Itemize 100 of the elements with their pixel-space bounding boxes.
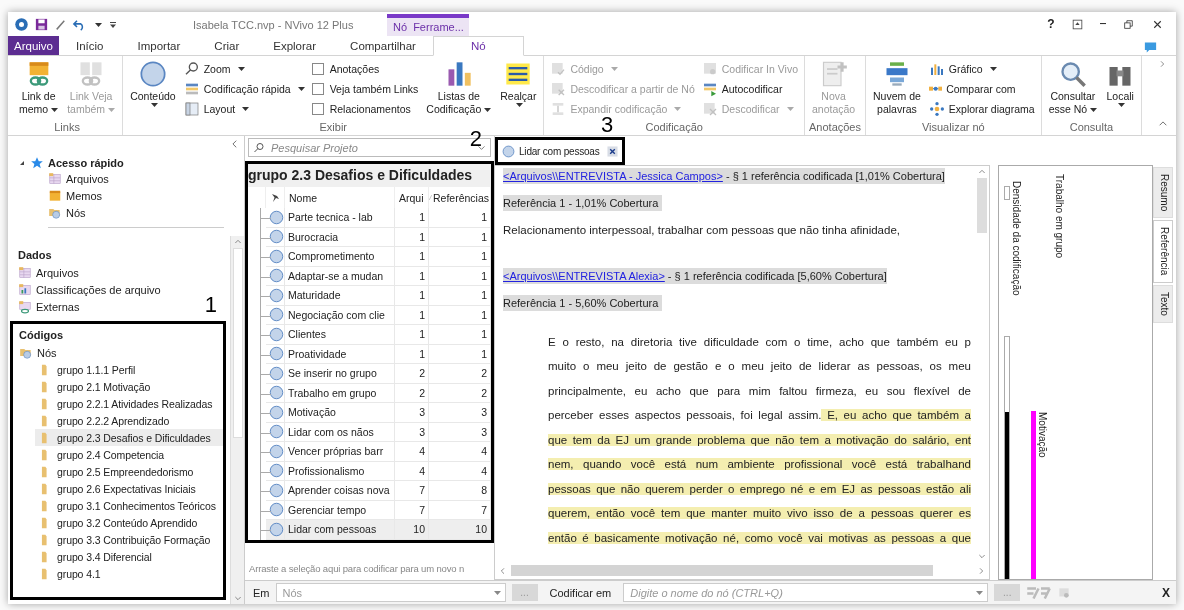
document-tab[interactable]: Lidar com pessoas [495, 137, 625, 165]
nav-item[interactable]: Nós [66, 206, 86, 219]
table-cell[interactable]: Lidar com pessoas [285, 520, 395, 540]
circle-icon [269, 287, 284, 303]
table-cell[interactable]: Lidar com os nãos [285, 422, 395, 442]
table-cell[interactable]: Profissionalismo [285, 461, 395, 481]
nav-item[interactable]: Memos [66, 189, 103, 202]
chevron-up-icon [978, 168, 986, 176]
ribbon-button[interactable]: Layout [183, 100, 305, 117]
scrollbar-thumb[interactable] [511, 565, 933, 576]
side-tab[interactable]: Resumo [1153, 167, 1173, 219]
input-field[interactable]: Nós [280, 585, 491, 600]
circle-icon [269, 502, 284, 518]
ribbon-tab[interactable]: Criar [197, 36, 257, 55]
table-cell[interactable]: Adaptar-se a mudan [285, 266, 395, 286]
ribbon-tab[interactable]: Início [59, 36, 121, 55]
tree-item[interactable]: grupo 2.6 Expectativas Iniciais [35, 480, 223, 497]
nav-item[interactable]: Classificações de arquivo [36, 283, 161, 296]
nav-item[interactable]: Externas [36, 300, 80, 313]
scrollbar[interactable] [230, 236, 244, 604]
tree-item[interactable]: grupo 3.3 Contribuição Formação [35, 531, 223, 548]
source-link[interactable]: <Arquivos\\ENTREVISTA - Jessica Campos> [503, 170, 723, 182]
ribbon-button[interactable]: Explorar diagrama [928, 100, 1035, 117]
tree-item[interactable]: grupo 4.1 [35, 565, 223, 582]
help-button[interactable]: ? [1047, 17, 1055, 31]
close-button[interactable]: X [1162, 585, 1170, 600]
tree-item[interactable]: grupo 2.2.1 Atividades Realizadas [35, 395, 223, 412]
section-title[interactable]: Acesso rápido [48, 157, 124, 169]
table-cell[interactable]: Proatividade [285, 344, 395, 364]
chevron-down-icon [978, 552, 986, 560]
table-cell[interactable]: Burocracia [285, 227, 395, 247]
ribbon-button[interactable]: Nuvem de palavras [870, 60, 924, 121]
table-cell[interactable]: Aprender coisas nova [285, 481, 395, 501]
ribbon-button[interactable]: Listas de Codificação [423, 60, 495, 121]
table-cell[interactable]: Vencer próprias barr [285, 442, 395, 462]
minimize-icon [1099, 23, 1106, 25]
text-line: principalmente, eu acho que para mim faltou firmeza, eu sou flexível de [548, 383, 971, 397]
table-cell: 3 [395, 422, 429, 442]
table-cell: 1 [395, 247, 429, 267]
checkbox[interactable]: Veja também Links [311, 80, 419, 97]
tree-item[interactable]: grupo 3.1 Conhecimentos Teóricos [35, 497, 223, 514]
ribbon-button[interactable]: Link de memo [16, 60, 62, 121]
circle-icon [269, 229, 284, 245]
ribbon-tab[interactable]: Compartilhar [333, 36, 433, 55]
source-header: <Arquivos\\ENTREVISTA Alexia> - § 1 referência codificada [5,60% Cobertura] [503, 268, 887, 284]
table-cell[interactable]: Clientes [285, 325, 395, 345]
source-link[interactable]: <Arquivos\\ENTREVISTA Alexia> [503, 270, 665, 282]
nav-item[interactable]: Arquivos [66, 172, 109, 185]
table-cell: 4 [429, 461, 491, 481]
external-icon [18, 299, 32, 314]
table-cell[interactable]: Comprometimento [285, 247, 395, 267]
side-tab[interactable]: Texto [1153, 284, 1173, 323]
stripe-label: Trabalho em grupo [1054, 174, 1065, 259]
table-cell: 1 [429, 266, 491, 286]
tree-item[interactable]: grupo 2.2.2 Aprendizado [35, 412, 223, 429]
checkbox[interactable]: Relacionamentos [311, 100, 419, 117]
ribbon-button[interactable]: Consultar esse Nó [1045, 60, 1101, 121]
tree-item[interactable]: grupo 3.4 Diferencial [35, 548, 223, 565]
table-cell[interactable]: Gerenciar tempo [285, 500, 395, 520]
ribbon-tab[interactable]: Importar [120, 36, 198, 55]
table-cell[interactable]: Parte tecnica - lab [285, 208, 395, 228]
ribbon-button[interactable]: Autocodificar [701, 80, 798, 97]
ribbon-button[interactable]: Gráfico [928, 60, 1035, 77]
nav-item[interactable]: Arquivos [36, 266, 79, 279]
tree-item[interactable]: grupo 2.1 Motivação [35, 378, 223, 395]
scrollbar-thumb[interactable] [977, 178, 987, 233]
field-label: Em [253, 586, 270, 599]
ribbon-tab[interactable]: Arquivo [8, 36, 59, 55]
ribbon-button[interactable]: Realçar [497, 60, 540, 121]
ribbon-tab[interactable]: Explorar [256, 36, 334, 55]
group-label: Consulta [1069, 121, 1114, 135]
ribbon-button[interactable]: Codificação rápida [183, 80, 305, 97]
table-cell: 1 [395, 305, 429, 325]
input-field[interactable]: Nós [275, 583, 506, 602]
tree-item[interactable]: grupo 1.1.1 Perfil [35, 361, 223, 378]
tree-item[interactable]: grupo 3.2 Conteúdo Aprendido [35, 514, 223, 531]
coding-stripe[interactable] [1031, 411, 1036, 579]
scrollbar-thumb[interactable] [232, 248, 243, 438]
table-cell[interactable]: Motivação [285, 403, 395, 423]
tree-item[interactable]: grupo 2.5 Empreendedorismo [35, 463, 223, 480]
table-cell[interactable]: Maturidade [285, 286, 395, 306]
ribbon-button[interactable]: Zoom [183, 60, 305, 77]
input-field[interactable]: Digite o nome do nó (CTRL+Q) [623, 583, 989, 602]
tree-item[interactable]: grupo 2.3 Desafios e Dificuldades [35, 429, 223, 446]
ribbon-button[interactable]: Conteúdo [127, 60, 179, 121]
table-cell[interactable]: Negociação com clie [285, 305, 395, 325]
ribbon-tab[interactable]: Nó [432, 36, 524, 56]
chevron-left-icon [499, 566, 507, 575]
side-tab[interactable]: Referência [1153, 220, 1173, 283]
checkbox[interactable]: Anotações [311, 60, 419, 77]
table-cell: 1 [429, 227, 491, 247]
nav-item[interactable]: Nós [37, 346, 57, 359]
table-cell[interactable]: Trabalho em grupo [285, 383, 395, 403]
ribbon-button[interactable]: Comparar com [928, 80, 1035, 97]
table-cell[interactable]: Se inserir no grupo [285, 364, 395, 384]
ribbon-button[interactable]: Locali [1103, 60, 1138, 121]
input-field[interactable]: Digite o nome do nó (CTRL+Q) [628, 585, 974, 600]
chevron-right-icon [977, 566, 985, 575]
table-cell: 1 [429, 286, 491, 306]
tree-item[interactable]: grupo 2.4 Competencia [35, 446, 223, 463]
